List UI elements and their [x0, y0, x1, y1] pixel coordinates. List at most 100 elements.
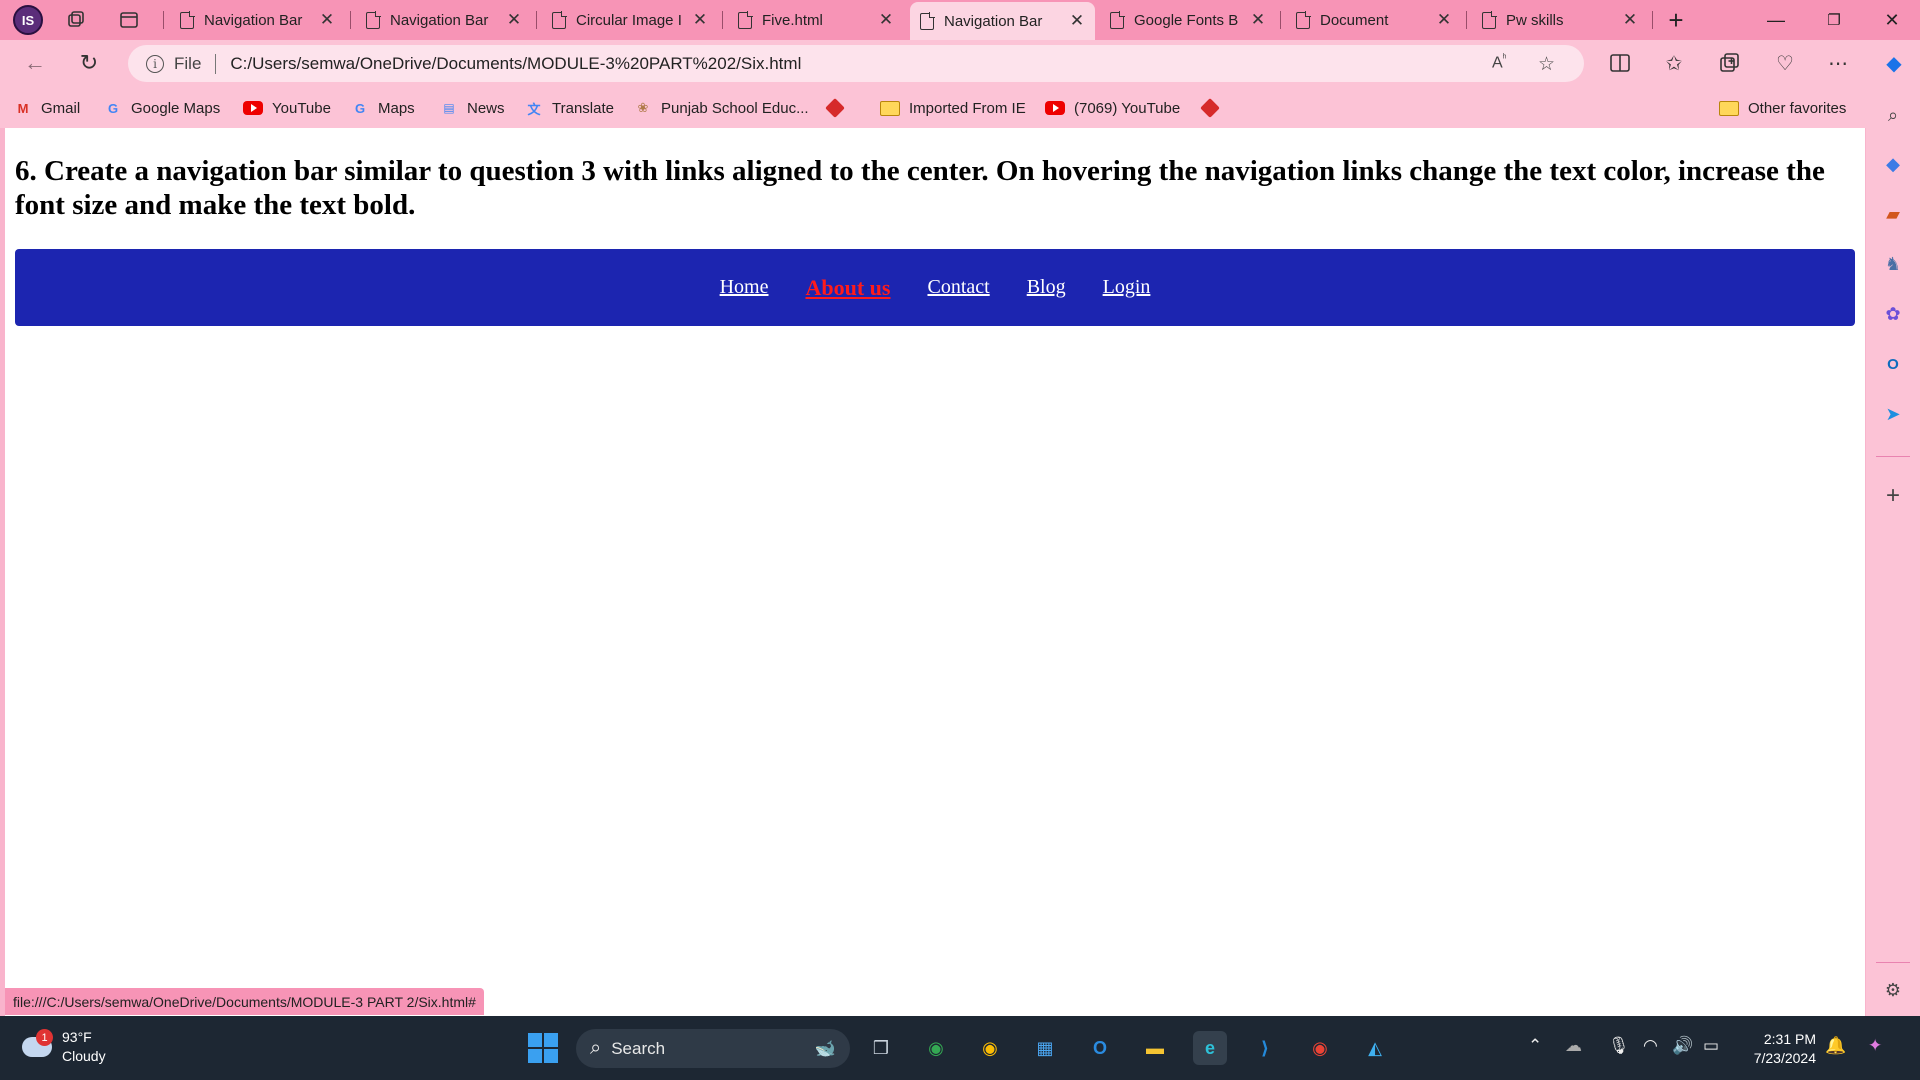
address-bar[interactable]: i File C:/Users/semwa/OneDrive/Documents… — [128, 45, 1584, 82]
notifications-bell-icon[interactable]: 🔔 — [1825, 1036, 1846, 1056]
tab-close-icon[interactable]: ✕ — [1250, 10, 1266, 30]
outlook-new-icon[interactable]: O — [1083, 1031, 1117, 1065]
page-icon — [552, 10, 567, 29]
profile-avatar[interactable]: IS — [13, 5, 43, 35]
favorite-youtube[interactable]: YouTube — [243, 97, 331, 119]
url-text[interactable]: C:/Users/semwa/OneDrive/Documents/MODULE… — [230, 54, 801, 74]
school-icon: ❀ — [637, 100, 649, 115]
favorite-star-icon[interactable]: ☆ — [1538, 53, 1555, 76]
favorites-bar: M Gmail G Google Maps YouTube G Maps ▤ N… — [0, 88, 1920, 128]
search-icon[interactable]: ⌕ — [1881, 103, 1905, 127]
copilot-icon[interactable]: ◆ — [1879, 48, 1909, 78]
add-sidebar-plus-icon[interactable]: + — [1881, 482, 1905, 509]
weather-temperature: 93°F — [62, 1029, 92, 1045]
chrome-icon[interactable]: ◉ — [973, 1031, 1007, 1065]
nav-link-login[interactable]: Login — [1103, 276, 1151, 299]
other-favorites[interactable]: Other favorites — [1719, 97, 1846, 119]
read-aloud-icon[interactable]: Aʰ — [1492, 53, 1507, 72]
sidebar-settings-gear-icon[interactable]: ⚙ — [1881, 978, 1905, 1002]
workspaces-icon[interactable] — [64, 8, 88, 32]
battery-icon[interactable]: ▭ — [1703, 1036, 1719, 1056]
page-icon — [920, 11, 935, 30]
show-hidden-icons-chevron-icon[interactable]: ⌃ — [1528, 1036, 1542, 1056]
favorite-maps[interactable]: G Maps — [351, 97, 415, 119]
vscode-icon[interactable]: ⟩ — [1248, 1031, 1282, 1065]
send-icon[interactable]: ➤ — [1881, 402, 1905, 426]
refresh-icon[interactable]: ↻ — [74, 48, 104, 78]
tab-title: Navigation Bar — [204, 11, 303, 29]
scheme-label: File — [174, 53, 202, 73]
microsoft365-icon[interactable]: ✿ — [1881, 302, 1905, 326]
info-icon[interactable]: i — [146, 54, 164, 73]
taskbar-search[interactable]: ⌕ Search 🐋 — [576, 1029, 850, 1068]
outlook-icon[interactable]: O — [1881, 352, 1905, 376]
tab-title: Document — [1320, 11, 1389, 29]
nav-link-about-us[interactable]: About us — [806, 275, 891, 301]
tab-close-icon[interactable]: ✕ — [319, 10, 335, 30]
favorite-diamond-2[interactable] — [1200, 97, 1220, 119]
back-arrow-icon[interactable]: ← — [20, 48, 50, 78]
tab-google-fonts[interactable]: Google Fonts B ✕ — [1100, 4, 1276, 36]
onedrive-icon[interactable]: ☁ — [1565, 1036, 1582, 1056]
favorites-list-icon[interactable]: ✩ — [1659, 48, 1689, 78]
tab-pw-skills[interactable]: Pw skills ✕ — [1472, 4, 1648, 36]
games-icon[interactable]: ♞ — [1881, 252, 1905, 276]
microsoft-store-icon[interactable]: ▦ — [1028, 1031, 1062, 1065]
microphone-icon[interactable]: 🎙 — [1608, 1036, 1630, 1056]
weather-widget[interactable]: 1 93°F Cloudy — [22, 1028, 106, 1066]
tab-close-icon[interactable]: ✕ — [506, 10, 522, 30]
more-options-icon[interactable]: ⋯ — [1823, 48, 1853, 78]
photos-icon[interactable]: ◭ — [1358, 1031, 1392, 1065]
nav-link-contact[interactable]: Contact — [927, 276, 989, 299]
new-tab-plus-icon[interactable]: + — [1664, 5, 1688, 35]
minimize-icon[interactable]: — — [1748, 0, 1804, 40]
weather-description: Cloudy — [62, 1048, 106, 1064]
split-screen-icon[interactable] — [1605, 48, 1635, 78]
restore-icon[interactable]: ❐ — [1806, 0, 1862, 40]
favorite-diamond-1[interactable] — [825, 97, 845, 119]
windows-start-icon[interactable] — [528, 1033, 558, 1063]
tab-circular-image[interactable]: Circular Image I ✕ — [542, 4, 718, 36]
copilot-taskbar-icon[interactable]: ✦ — [1868, 1036, 1882, 1056]
clock-date: 7/23/2024 — [1753, 1050, 1816, 1066]
browser-essentials-icon[interactable]: ♡ — [1770, 48, 1800, 78]
chrome-profile-icon[interactable]: ◉ — [919, 1031, 953, 1065]
favorite-gmail[interactable]: M Gmail — [14, 97, 81, 119]
chrome-alert-icon[interactable]: ◉ — [1303, 1031, 1337, 1065]
favorite-translate[interactable]: 文 Translate — [525, 97, 614, 119]
tab-close-icon[interactable]: ✕ — [1622, 10, 1638, 30]
edge-browser-icon[interactable]: e — [1193, 1031, 1227, 1065]
tab-close-icon[interactable]: ✕ — [1069, 11, 1085, 31]
volume-icon[interactable]: 🔊 — [1672, 1036, 1693, 1056]
tab-close-icon[interactable]: ✕ — [878, 10, 894, 30]
youtube-icon — [243, 101, 263, 115]
tab-document[interactable]: Document ✕ — [1286, 4, 1462, 36]
tools-icon[interactable]: ▰ — [1881, 202, 1905, 226]
page-icon — [1110, 10, 1125, 29]
tab-navigation-bar-1[interactable]: Navigation Bar ✕ — [170, 4, 345, 36]
wifi-icon[interactable]: ◠ — [1643, 1036, 1658, 1056]
favorite-news[interactable]: ▤ News — [440, 97, 504, 119]
favorite-google-maps[interactable]: G Google Maps — [104, 97, 220, 119]
tab-close-icon[interactable]: ✕ — [692, 10, 708, 30]
tab-navigation-bar-active[interactable]: Navigation Bar ✕ — [910, 2, 1095, 40]
weather-badge: 1 — [36, 1029, 53, 1046]
favorite-youtube-7069[interactable]: (7069) YouTube — [1045, 97, 1180, 119]
edge-sidebar: ⌕ ◆ ▰ ♞ ✿ O ➤ + ⚙ — [1866, 88, 1920, 1016]
nav-link-blog[interactable]: Blog — [1027, 276, 1066, 299]
tab-actions-icon[interactable] — [117, 8, 141, 32]
favorite-imported-from-ie[interactable]: Imported From IE — [880, 97, 1026, 119]
system-clock[interactable]: 2:31 PM 7/23/2024 — [1744, 1030, 1816, 1068]
tab-navigation-bar-2[interactable]: Navigation Bar ✕ — [356, 4, 532, 36]
task-view-icon[interactable]: ❒ — [864, 1031, 898, 1065]
file-explorer-icon[interactable]: ▬ — [1138, 1031, 1172, 1065]
favorite-punjab-school[interactable]: ❀ Punjab School Educ... — [634, 97, 809, 119]
tab-title: Google Fonts B — [1134, 11, 1239, 29]
shopping-tag-icon[interactable]: ◆ — [1881, 152, 1905, 176]
tab-close-icon[interactable]: ✕ — [1436, 10, 1452, 30]
tab-strip: IS Navigation Bar ✕ Navigation Bar ✕ Cir… — [0, 0, 1920, 40]
tab-five-html[interactable]: Five.html ✕ — [728, 4, 904, 36]
window-close-icon[interactable]: ✕ — [1864, 0, 1920, 40]
nav-link-home[interactable]: Home — [720, 276, 769, 299]
collections-icon[interactable] — [1715, 48, 1745, 78]
